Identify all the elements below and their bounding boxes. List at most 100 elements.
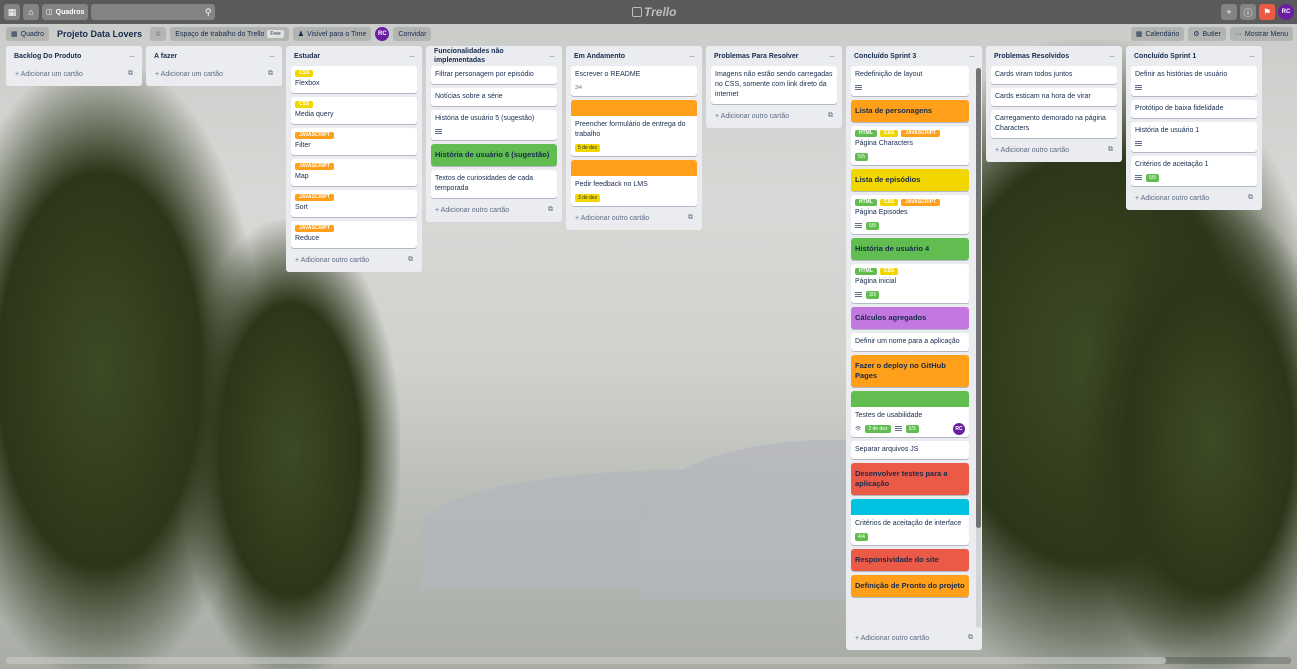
add-card-button[interactable]: + Adicionar outro cartão ⧉ [991, 142, 1117, 158]
list-menu-icon[interactable]: ··· [969, 52, 975, 61]
card[interactable]: Pedir feedback no LMS 3 de dez [571, 160, 697, 206]
card-label[interactable]: HTML [855, 268, 877, 275]
card-member-avatar[interactable]: RC [953, 422, 965, 435]
card-label[interactable]: JAVASCRIPT [295, 132, 334, 139]
card[interactable]: Textos de curiosidades de cada temporada [431, 170, 557, 198]
list-header[interactable]: Concluído Sprint 3 ··· [851, 46, 977, 66]
search-input[interactable]: ⚲ [91, 4, 216, 20]
list-header[interactable]: Estudar ··· [291, 46, 417, 66]
list-scrollbar[interactable] [976, 68, 981, 628]
card-label[interactable]: HTML [855, 130, 877, 137]
add-card-button[interactable]: + Adicionar outro cartão ⧉ [851, 630, 977, 646]
list-header[interactable]: Problemas Para Resolver ··· [711, 46, 837, 66]
card[interactable]: Escrever o README 3/4 [571, 66, 697, 96]
add-card-button[interactable]: + Adicionar outro cartão ⧉ [571, 210, 697, 226]
card-template-icon[interactable]: ⧉ [268, 70, 273, 78]
card-label[interactable]: JAVASCRIPT [901, 199, 941, 206]
card-label[interactable]: HTML [855, 199, 877, 206]
card[interactable]: Definição de Pronto do projeto [851, 575, 969, 597]
invite-button[interactable]: Convidar [393, 27, 432, 41]
add-card-button[interactable]: + Adicionar outro cartão ⧉ [291, 252, 417, 268]
visibility-button[interactable]: ♟ Visível para o Time [292, 27, 372, 41]
add-card-button[interactable]: + Adicionar outro cartão ⧉ [431, 202, 557, 218]
list-title[interactable]: Problemas Resolvidos [994, 52, 1069, 61]
card[interactable]: Fazer o deploy no GitHub Pages [851, 355, 969, 387]
card[interactable]: Definir um nome para a aplicação [851, 333, 969, 351]
list-header[interactable]: Funcionalidades não implementadas ··· [431, 46, 557, 66]
due-date-badge[interactable]: 2 de dez [865, 424, 891, 433]
card-template-icon[interactable]: ⧉ [968, 634, 973, 642]
card-label[interactable]: CSS [295, 101, 314, 108]
add-card-button[interactable]: + Adicionar outro cartão ⧉ [1131, 190, 1257, 206]
workspace-button[interactable]: Espaço de trabalho do Trello Free [170, 27, 289, 41]
card[interactable]: Imagens não estão sendo carregadas no CS… [711, 66, 837, 104]
card[interactable]: Critérios de aceitação 1 5/5 [1131, 156, 1257, 186]
card[interactable]: Separar arquivos JS [851, 441, 969, 459]
card[interactable]: Critérios de aceitação de interface 4/4 [851, 499, 969, 545]
card[interactable]: Notícias sobre a série [431, 88, 557, 106]
card-label[interactable]: JAVASCRIPT [295, 194, 334, 201]
card[interactable]: Desenvolver testes para a aplicação [851, 463, 969, 495]
card[interactable]: CSS Flexbox [291, 66, 417, 93]
card[interactable]: Redefinição de layout [851, 66, 969, 96]
list-menu-icon[interactable]: ··· [829, 52, 835, 61]
card-template-icon[interactable]: ⧉ [548, 206, 553, 214]
create-plus-icon[interactable]: + [1221, 4, 1237, 20]
card-label[interactable]: CSS [879, 199, 899, 206]
card-template-icon[interactable]: ⧉ [408, 256, 413, 264]
board-view-switcher[interactable]: ▦ Quadro [6, 27, 49, 41]
card-label[interactable]: JAVASCRIPT [295, 225, 334, 232]
card[interactable]: Carregamento demorado na página Characte… [991, 110, 1117, 138]
card[interactable]: Protótipo de baixa fidelidade [1131, 100, 1257, 118]
card[interactable]: JAVASCRIPT Reduce [291, 221, 417, 248]
card[interactable]: História de usuário 5 (sugestão) [431, 110, 557, 140]
list-title[interactable]: Estudar [294, 52, 320, 61]
trello-logo[interactable]: Trello [632, 5, 676, 19]
card[interactable]: Responsividade do site [851, 549, 969, 571]
list-menu-icon[interactable]: ··· [549, 52, 555, 61]
card[interactable]: JAVASCRIPT Filter [291, 128, 417, 155]
star-icon[interactable]: ☆ [150, 27, 167, 41]
card[interactable]: Definir as histórias de usuário [1131, 66, 1257, 96]
card-template-icon[interactable]: ⧉ [1248, 194, 1253, 202]
card-label[interactable]: CSS [295, 70, 314, 77]
card[interactable]: Lista de episódios [851, 169, 969, 191]
list-header[interactable]: Em Andamento ··· [571, 46, 697, 66]
card[interactable]: Cards viram todos juntos [991, 66, 1117, 84]
card[interactable]: HTML CSS JAVASCRIPT Página Characters 5/5 [851, 126, 969, 165]
list-header[interactable]: A fazer ··· [151, 46, 277, 66]
list-title[interactable]: Problemas Para Resolver [714, 52, 798, 61]
card[interactable]: Cálculos agregados [851, 307, 969, 329]
card[interactable]: JAVASCRIPT Sort [291, 190, 417, 217]
apps-grid-icon[interactable]: ▦ [4, 4, 20, 20]
info-icon[interactable]: ⓘ [1240, 4, 1256, 20]
list-title[interactable]: Em Andamento [574, 52, 625, 61]
butler-button[interactable]: ⚙ Butler [1188, 27, 1226, 41]
list-menu-icon[interactable]: ··· [269, 52, 275, 61]
show-menu-button[interactable]: ··· Mostrar Menu [1229, 27, 1293, 41]
board-title[interactable]: Projeto Data Lovers [53, 29, 146, 39]
card[interactable]: Lista de personagens [851, 100, 969, 122]
boards-button[interactable]: ◫ Quadros [42, 4, 89, 20]
list-menu-icon[interactable]: ··· [129, 52, 135, 61]
card[interactable]: História de usuário 4 [851, 238, 969, 260]
list-header[interactable]: Backlog Do Produto ··· [11, 46, 137, 66]
list-header[interactable]: Concluído Sprint 1 ··· [1131, 46, 1257, 66]
card[interactable]: HTML CSS Página inicial 3/3 [851, 264, 969, 303]
due-date-badge[interactable]: 3 de dez [575, 193, 601, 202]
card[interactable]: HTML CSS JAVASCRIPT Página Episodes 5/5 [851, 195, 969, 234]
list-menu-icon[interactable]: ··· [1249, 52, 1255, 61]
list-title[interactable]: Funcionalidades não implementadas [434, 47, 549, 65]
card[interactable]: História de usuário 6 (sugestão) [431, 144, 557, 166]
list-title[interactable]: Concluído Sprint 1 [1134, 52, 1196, 61]
notification-bell-icon[interactable]: ⚑ [1259, 4, 1275, 20]
card-template-icon[interactable]: ⧉ [1108, 146, 1113, 154]
due-date-badge[interactable]: 5 de dez [575, 143, 601, 152]
list-scrollbar-thumb[interactable] [976, 68, 981, 528]
list-header[interactable]: Problemas Resolvidos ··· [991, 46, 1117, 66]
card[interactable]: Testes de usabilidade 👁 2 de dez 3/3 RC [851, 391, 969, 437]
add-card-button[interactable]: + Adicionar outro cartão ⧉ [711, 108, 837, 124]
add-card-button[interactable]: + Adicionar um cartão ⧉ [151, 66, 277, 82]
card[interactable]: Preencher formulário de entrega do traba… [571, 100, 697, 156]
horizontal-scrollbar-thumb[interactable] [6, 657, 1166, 664]
